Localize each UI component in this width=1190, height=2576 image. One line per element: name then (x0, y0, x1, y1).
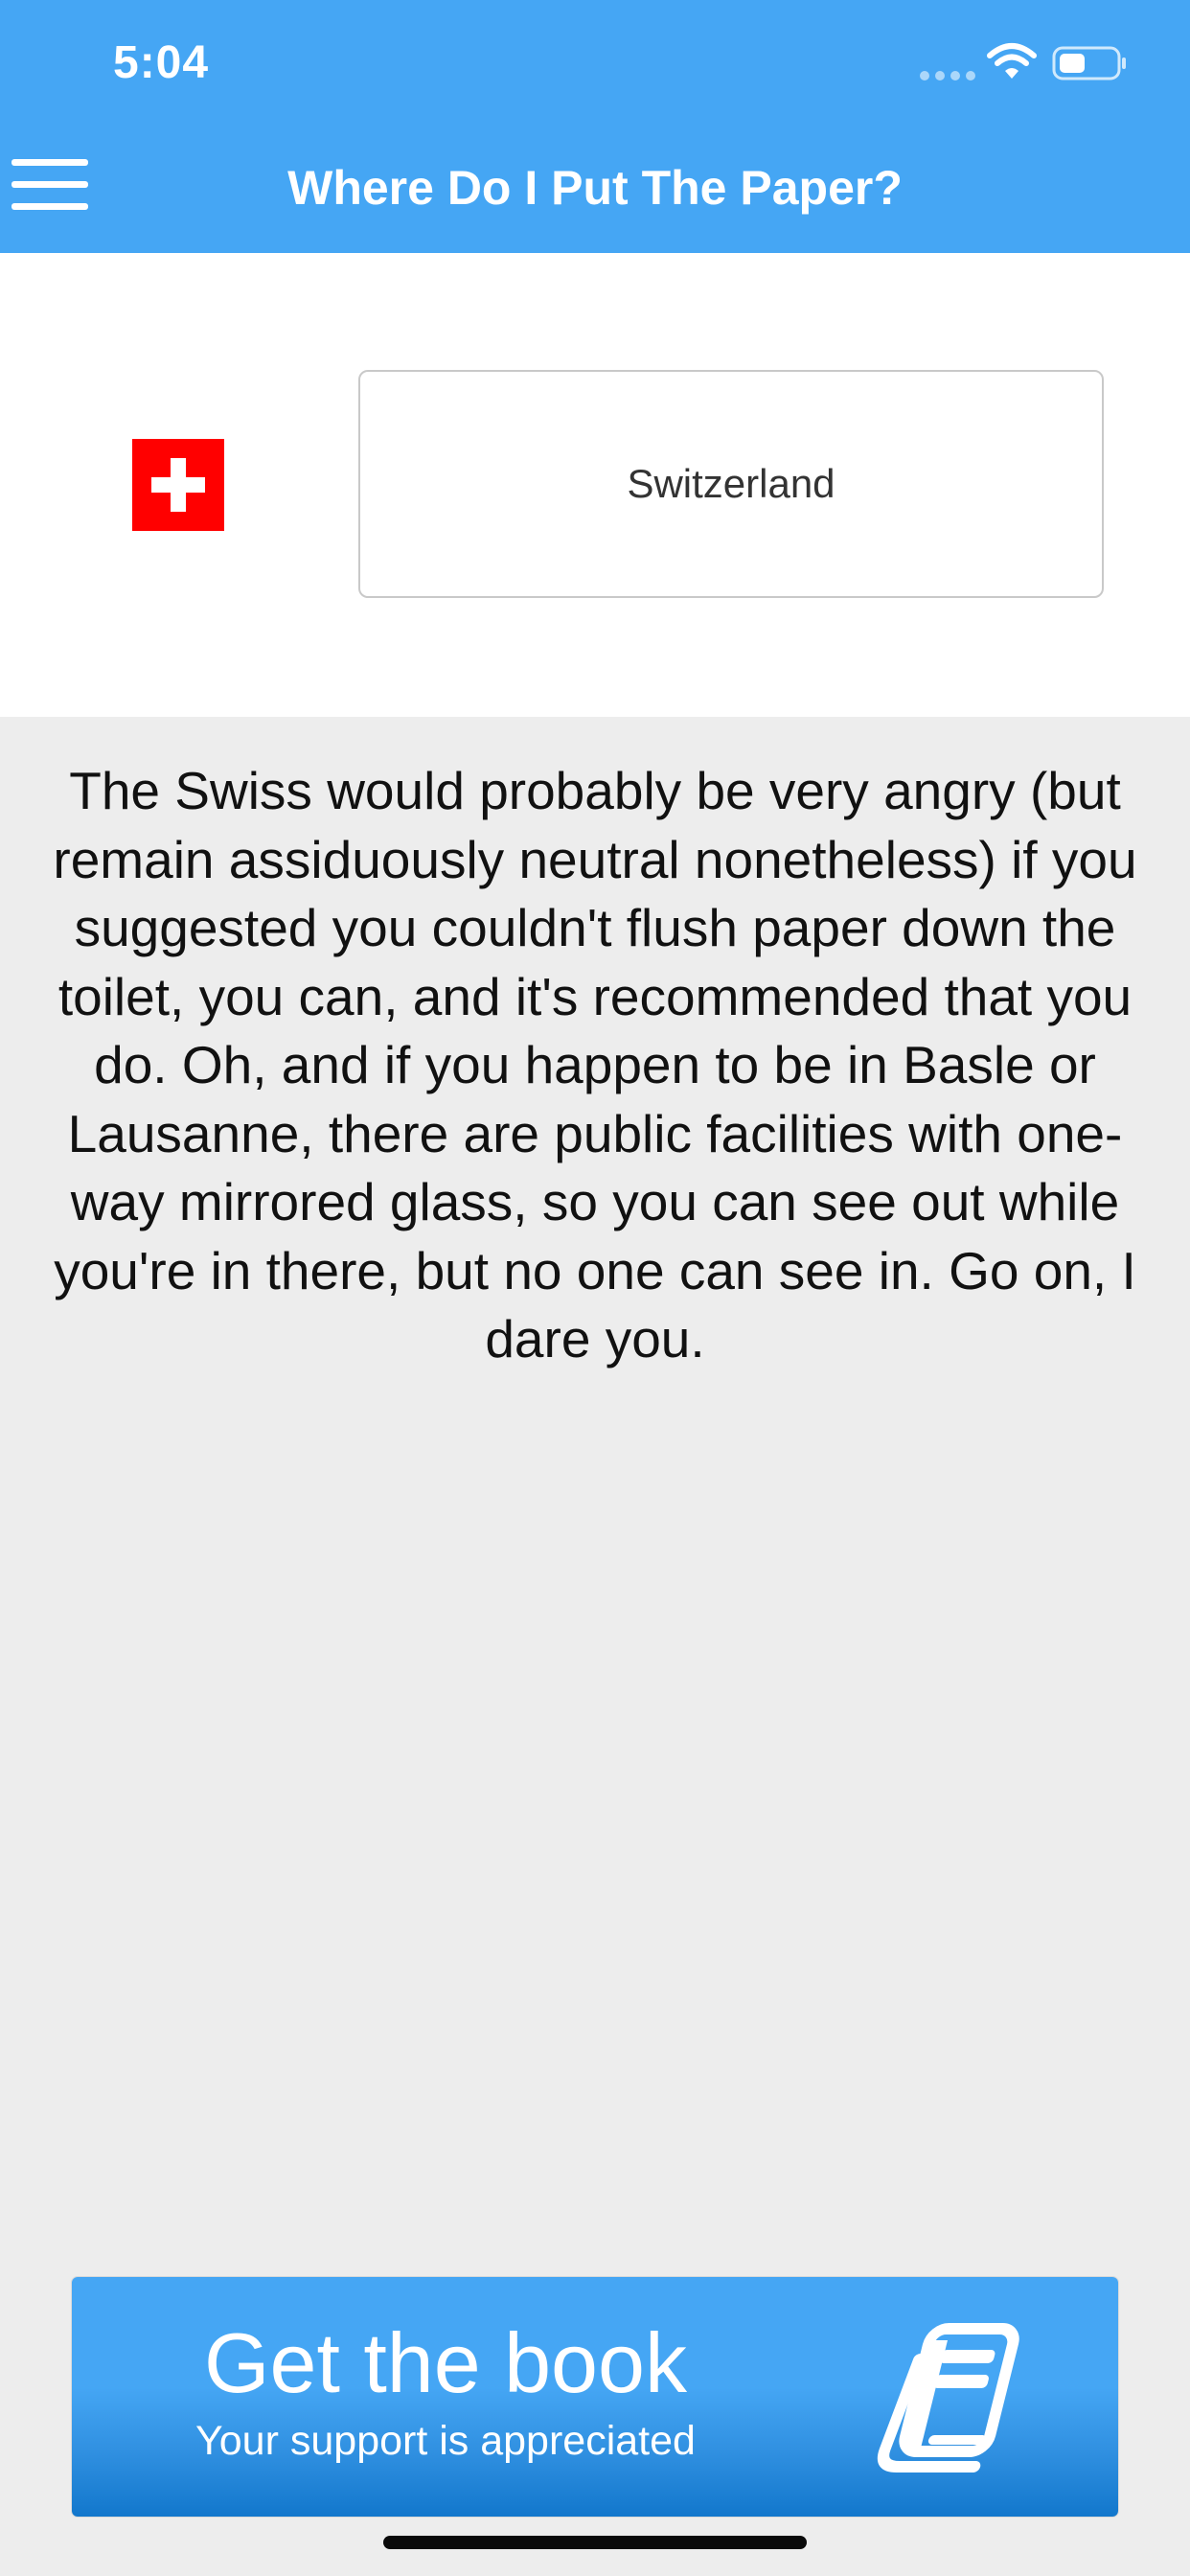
page-title: Where Do I Put The Paper? (287, 161, 903, 215)
country-description: The Swiss would probably be very angry (… (53, 761, 1137, 1368)
switzerland-flag-icon (132, 439, 224, 531)
get-the-book-button[interactable]: Get the book Your support is appreciated (72, 2277, 1118, 2517)
wifi-icon (987, 43, 1037, 79)
country-select[interactable]: Switzerland (358, 370, 1104, 598)
status-time: 5:04 (113, 37, 210, 88)
app-header: 5:04 Where Do I Put The Paper? (0, 0, 1190, 253)
country-selector-panel: Switzerland (0, 253, 1190, 717)
battery-icon (1052, 46, 1126, 80)
book-button-subtitle: Your support is appreciated (195, 2418, 696, 2464)
book-icon (877, 2323, 1019, 2472)
home-indicator (383, 2536, 807, 2549)
book-button-title: Get the book (204, 2315, 687, 2410)
cellular-signal-icon (920, 71, 975, 80)
